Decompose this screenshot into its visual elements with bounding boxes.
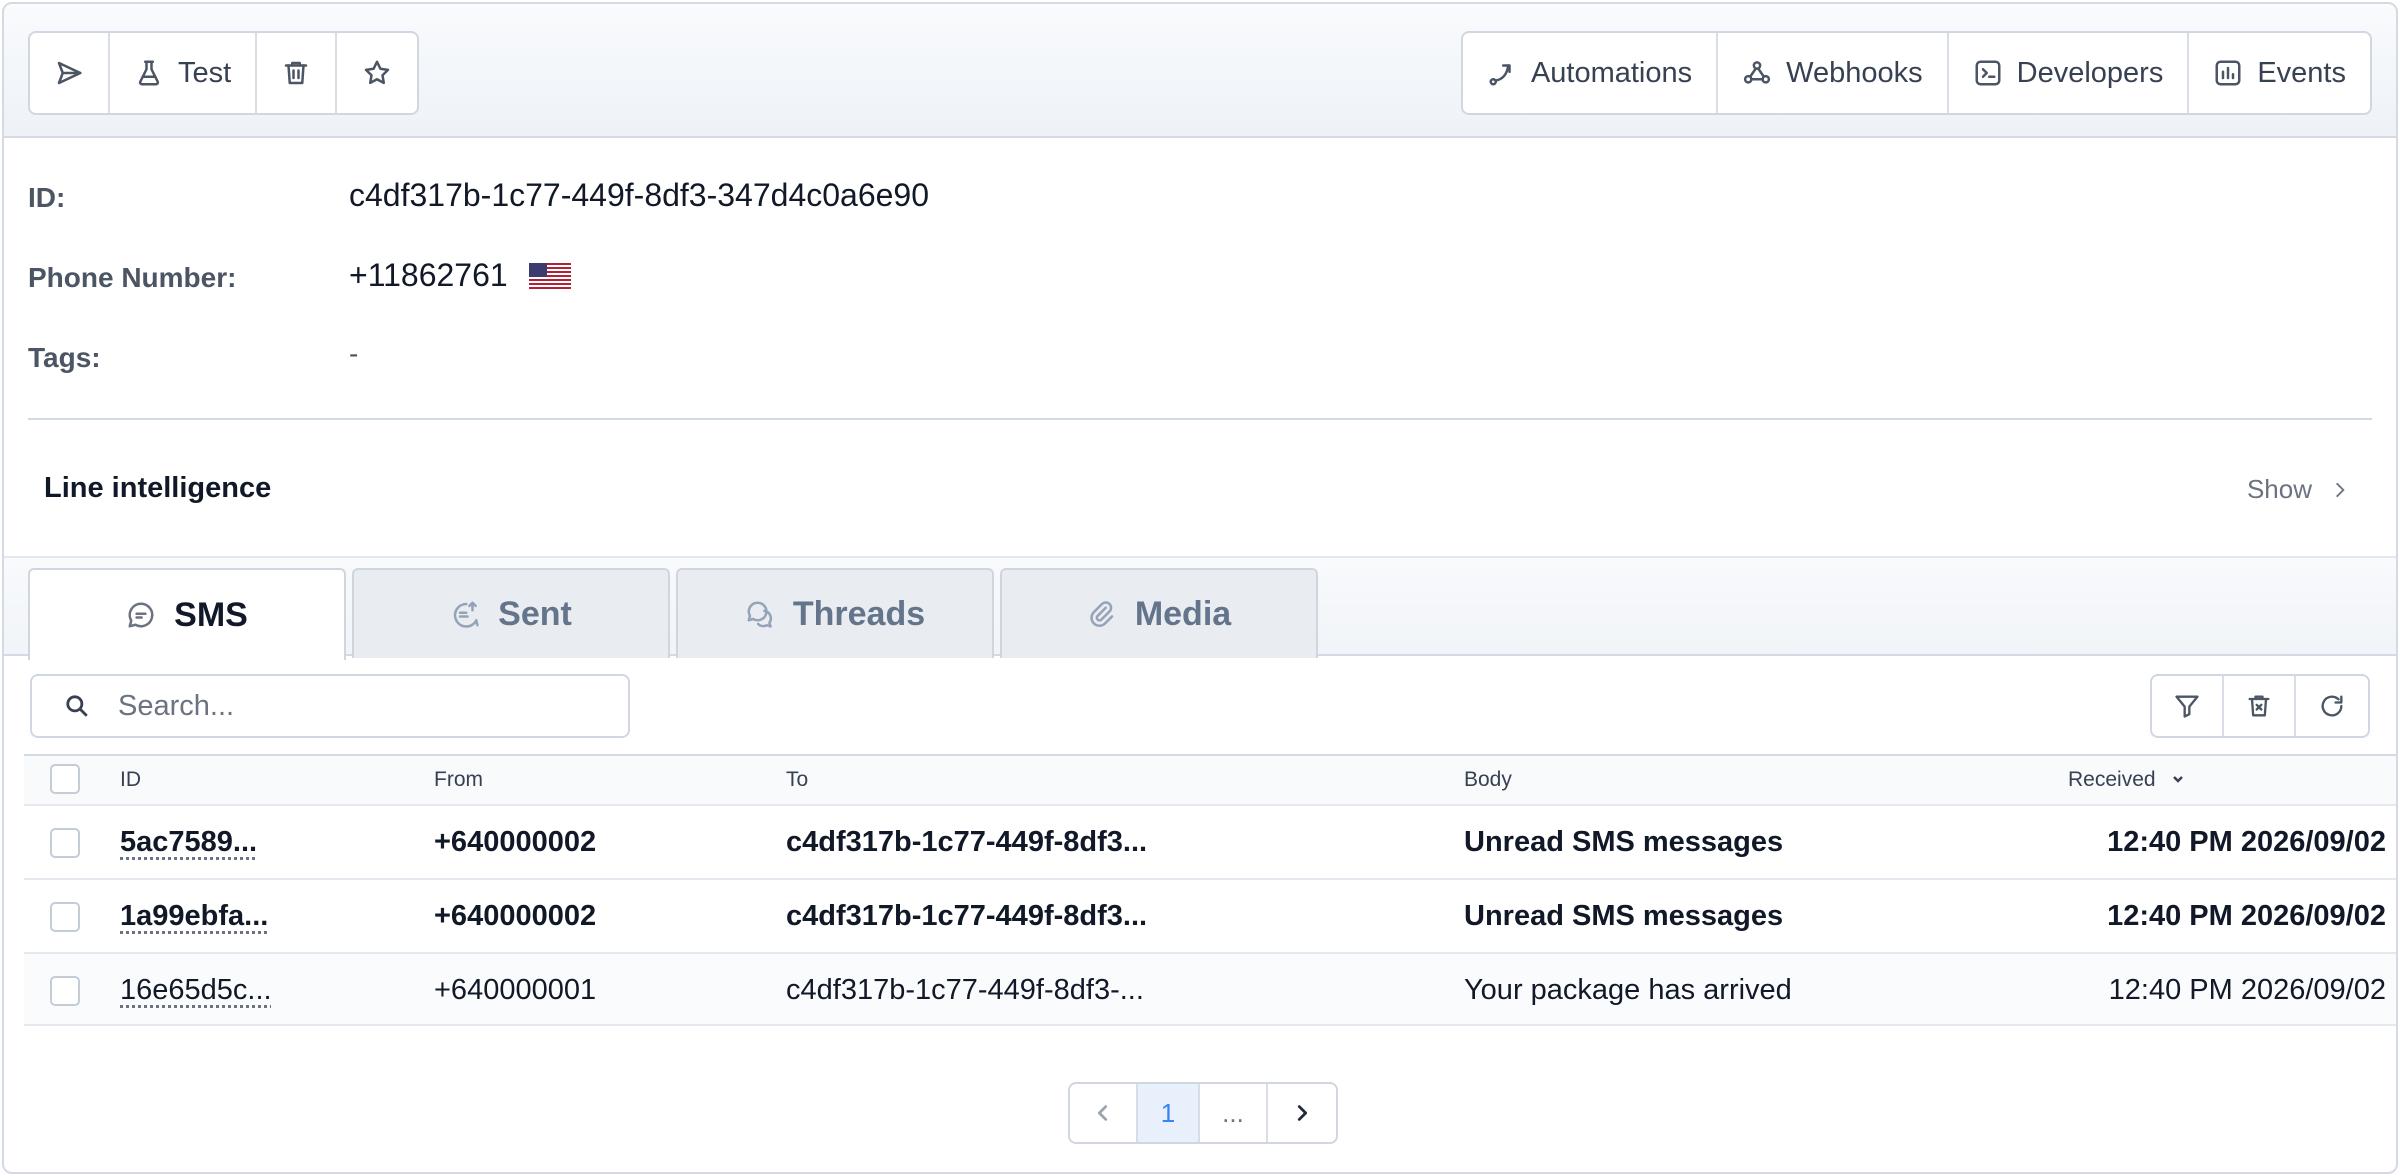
filter-button[interactable] [2152,676,2224,736]
column-header-from[interactable]: From [434,768,483,792]
search-icon [66,695,88,717]
page-1-button[interactable]: 1 [1138,1084,1200,1142]
webhook-icon [1744,61,1771,84]
prev-page-button[interactable] [1070,1084,1138,1142]
column-header-to[interactable]: To [786,768,808,792]
star-icon [364,60,390,85]
id-value: c4df317b-1c77-449f-8df3-347d4c0a6e90 [349,177,930,213]
line-intelligence-section: Line intelligence Show [4,420,2396,558]
row-received: 12:40 PM 2026/09/02 [2108,974,2386,1006]
table-row[interactable]: 1a99ebfa... +640000002 c4df317b-1c77-449… [24,878,2396,952]
tab-sent-label: Sent [498,594,572,633]
tab-threads[interactable]: Threads [676,568,994,658]
send-icon [57,61,82,85]
chat-upload-icon [453,601,479,628]
automations-button[interactable]: Automations [1463,33,1719,113]
row-id-link[interactable]: 1a99ebfa... [120,900,268,933]
page-ellipsis: ... [1200,1084,1268,1142]
toolbar-right-group: Automations Webhooks Developers Events [1460,31,2372,115]
tab-sent[interactable]: Sent [352,568,670,658]
search-box [30,674,630,738]
toolbar: Test Automations Webhooks Developers Eve… [4,4,2396,138]
row-body: Your package has arrived [1464,974,1792,1006]
table-row[interactable]: 5ac7589... +640000002 c4df317b-1c77-449f… [24,804,2396,878]
row-body: Unread SMS messages [1464,900,1784,932]
row-received: 12:40 PM 2026/09/02 [2107,900,2386,932]
table-header: ID From To Body Received [24,754,2396,804]
row-to: c4df317b-1c77-449f-8df3... [786,900,1148,932]
events-button[interactable]: Events [2189,33,2370,113]
tab-sms-label: SMS [174,595,248,634]
refresh-button[interactable] [2296,676,2368,736]
row-body: Unread SMS messages [1464,826,1784,858]
row-to: c4df317b-1c77-449f-8df3... [786,826,1148,858]
select-all-checkbox[interactable] [50,764,80,794]
row-to: c4df317b-1c77-449f-8df3-... [786,974,1144,1006]
developers-button[interactable]: Developers [1949,33,2190,113]
row-id-link[interactable]: 5ac7589... [120,826,257,859]
paperclip-icon [1090,601,1114,627]
next-page-button[interactable] [1268,1084,1336,1142]
chevron-right-icon [1297,1105,1308,1121]
line-intelligence-title: Line intelligence [44,472,272,504]
webhooks-label: Webhooks [1786,56,1923,89]
tab-sms[interactable]: SMS [28,568,346,660]
trash-icon [2248,695,2270,717]
send-button[interactable] [30,33,110,113]
filter-icon [2175,695,2199,718]
table-actions [2150,674,2370,738]
webhooks-button[interactable]: Webhooks [1718,33,1949,113]
bar-chart-icon [2215,60,2241,86]
id-label: ID: [28,182,66,213]
phone-label: Phone Number: [28,262,237,293]
row-from: +640000002 [434,900,597,932]
terminal-icon [1975,60,2001,86]
column-header-received[interactable]: Received [2068,768,2185,792]
automations-label: Automations [1530,56,1693,89]
row-from: +640000002 [434,826,597,858]
delete-button[interactable] [257,33,338,113]
favorite-button[interactable] [337,33,417,113]
us-flag-icon [529,263,571,289]
chevron-right-icon [2336,482,2345,497]
events-label: Events [2257,56,2346,89]
delete-selected-button[interactable] [2224,676,2296,736]
test-button-label: Test [178,56,232,89]
row-id-link[interactable]: 16e65d5c... [120,974,272,1007]
trash-icon [284,61,308,85]
phone-value: +11862761 [349,257,508,293]
show-label: Show [2246,474,2312,504]
row-from: +640000001 [434,974,597,1006]
chevron-left-icon [1097,1105,1108,1121]
row-checkbox[interactable] [50,828,80,858]
search-input[interactable] [118,689,598,723]
toolbar-left-group: Test [28,31,420,115]
received-header-label: Received [2068,768,2156,791]
tags-value: - [349,338,359,369]
tab-media-label: Media [1134,594,1232,633]
pagination: 1 ... [1068,1082,1338,1144]
tabs-bar: SMS Sent Threads Media [4,558,2396,660]
message-panel: Test Automations Webhooks Developers Eve… [2,2,2398,1174]
row-received: 12:40 PM 2026/09/02 [2107,826,2386,858]
test-button[interactable]: Test [110,33,258,113]
chat-bubbles-icon [747,601,772,628]
row-checkbox[interactable] [50,902,80,932]
flask-icon [138,60,160,86]
column-header-id[interactable]: ID [120,768,141,792]
tab-threads-label: Threads [792,594,926,633]
table-row[interactable]: 16e65d5c... +640000001 c4df317b-1c77-449… [24,952,2396,1026]
tags-label: Tags: [28,342,101,373]
developers-label: Developers [2016,56,2164,89]
column-header-body[interactable]: Body [1464,768,1512,792]
automation-icon [1489,64,1511,86]
refresh-icon [2321,695,2343,717]
line-intelligence-show-toggle[interactable]: Show [2247,474,2350,505]
tab-media[interactable]: Media [1000,568,1318,658]
row-checkbox[interactable] [50,976,80,1006]
sort-desc-icon [2171,768,2185,792]
chat-bubble-icon [128,602,154,628]
